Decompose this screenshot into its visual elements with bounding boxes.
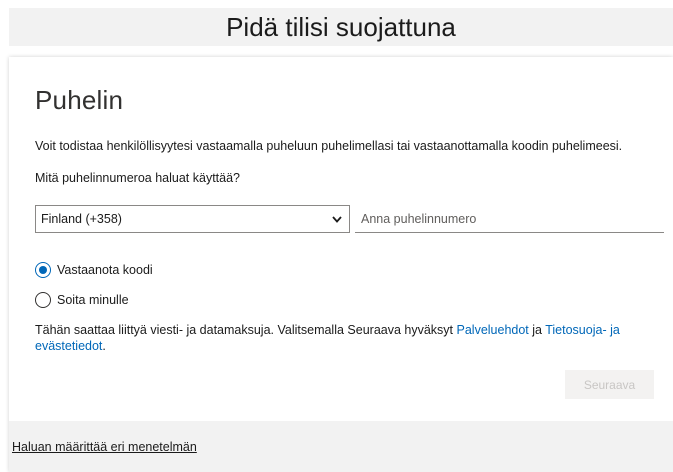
radio-receive-code[interactable]: Vastaanota koodi [35,260,153,280]
section-title: Puhelin [35,85,124,115]
description-text: Voit todistaa henkilöllisyytesi vastaama… [35,139,623,153]
phone-number-input[interactable] [355,205,664,233]
next-button[interactable]: Seuraava [565,370,654,399]
country-code-value: Finland (+358) [41,212,122,226]
page-title: Pidä tilisi suojattuna [226,12,456,42]
country-code-dropdown[interactable]: Finland (+358) [35,205,350,233]
phone-number-question: Mitä puhelinnumeroa haluat käyttää? [35,171,240,185]
terms-text-prefix: Tähän saattaa liittyä viesti- ja datamak… [35,323,457,337]
phone-method-card: Puhelin Voit todistaa henkilöllisyytesi … [9,57,673,472]
radio-call-me[interactable]: Soita minulle [35,290,129,310]
radio-label-receive-code: Vastaanota koodi [57,263,153,277]
terms-of-service-link[interactable]: Palveluehdot [457,323,529,337]
page-header: Pidä tilisi suojattuna [9,8,673,46]
terms-notice: Tähän saattaa liittyä viesti- ja datamak… [35,322,655,354]
radio-label-call-me: Soita minulle [57,293,129,307]
radio-button-checked[interactable] [35,262,51,278]
different-method-link[interactable]: Haluan määrittää eri menetelmän [12,440,197,454]
chevron-down-icon [332,216,342,223]
terms-text-middle: ja [528,323,546,337]
terms-text-suffix: . [102,339,106,353]
radio-button-unchecked[interactable] [35,292,51,308]
footer-bar: Haluan määrittää eri menetelmän [9,421,673,472]
